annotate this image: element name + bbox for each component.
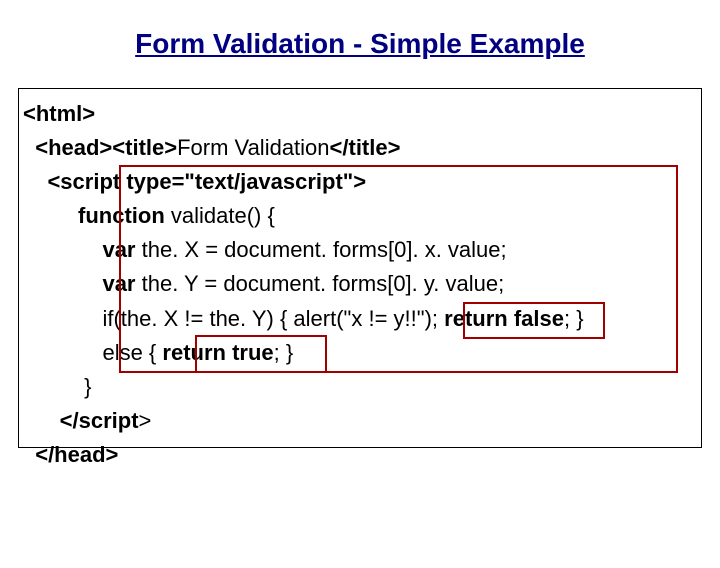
code-text: return false [444,306,564,331]
code-text: if(the. X != the. Y) { alert("x != y!!")… [23,306,444,331]
code-text: the. X = document. forms[0]. x. value; [142,237,507,262]
code-text: return true [162,340,273,365]
code-text: ; } [564,306,584,331]
code-text: var [23,237,142,262]
page-title: Form Validation - Simple Example [0,28,720,60]
code-text: <head> [23,135,112,160]
code-text: </title> [330,135,401,160]
code-text: Form Validation [177,135,329,160]
code-text: ; } [274,340,294,365]
code-text: <script [23,169,126,194]
code-block: <html> <head><title>Form Validation</tit… [18,88,702,448]
code-text: function [23,203,171,228]
code-text: var [23,271,142,296]
code-text: else { [23,340,162,365]
code-text: type="text/javascript"> [126,169,366,194]
code-text: <title> [112,135,177,160]
code-text: validate() { [171,203,275,228]
code-text: the. Y = document. forms[0]. y. value; [142,271,505,296]
code-text: } [23,374,91,399]
code-text: <html> [23,101,95,126]
code-text: > [139,408,152,433]
code-text: </script [23,408,139,433]
code-text: </head> [23,442,118,467]
